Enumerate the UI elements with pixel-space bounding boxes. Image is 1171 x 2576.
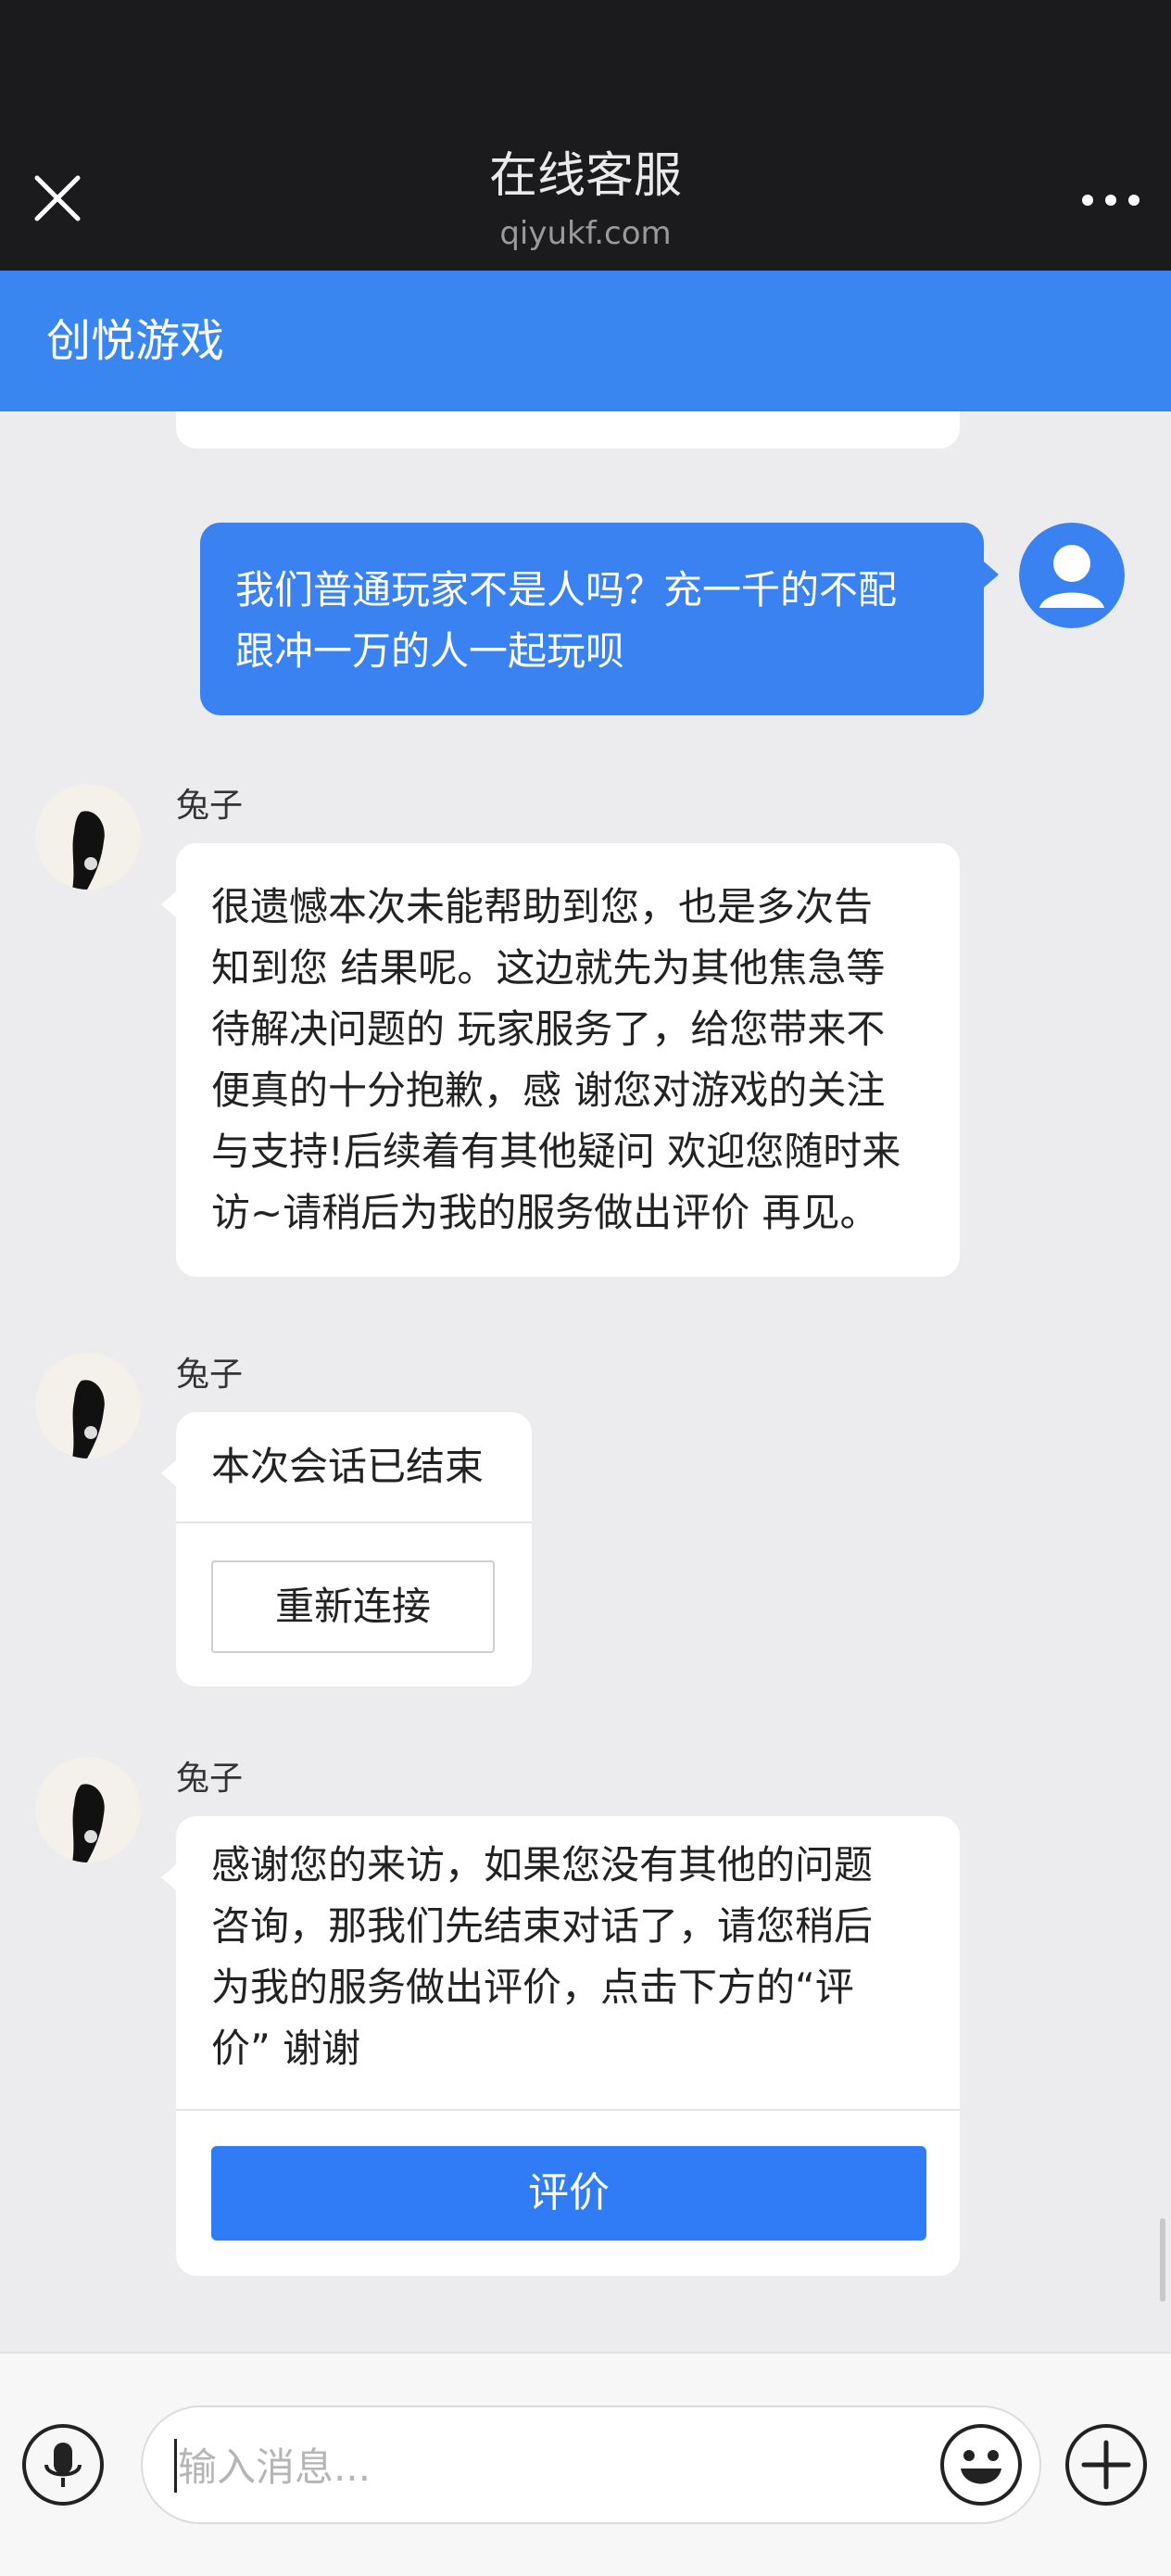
chat-scrollbar[interactable]: [1160, 2218, 1165, 2302]
plus-icon[interactable]: [1065, 2424, 1147, 2506]
brand-bar: 创悦游戏: [0, 271, 1171, 411]
agent-avatar-image: [35, 1757, 141, 1863]
session-ended-card: 本次会话已结束 重新连接: [176, 1412, 532, 1686]
message-input-bar: [0, 2352, 1171, 2576]
previous-message-bubble: [176, 411, 960, 448]
agent-avatar[interactable]: [35, 784, 141, 890]
user-avatar-icon: [1019, 523, 1125, 628]
card-divider: [176, 2109, 960, 2111]
agent-avatar[interactable]: [35, 1353, 141, 1458]
card-divider: [176, 1522, 532, 1523]
agent-message-line: 价” 谢谢: [211, 2026, 361, 2071]
agent-message-bubble: 很遗憾本次未能帮助到您，也是多次告 知到您 结果呢。这边就先为其他焦急等 待解决…: [176, 843, 960, 1277]
more-dots-icon[interactable]: [1078, 182, 1143, 219]
brand-name: 创悦游戏: [46, 315, 225, 367]
agent-message-line: 咨询，那我们先结束对话了，请您稍后: [211, 1903, 874, 1949]
page-title: 在线客服: [488, 148, 682, 204]
user-message-bubble: 我们普通玩家不是人吗？充一千的不配 跟冲一万的人一起玩呗: [200, 523, 984, 715]
agent-name: 兔子: [176, 787, 244, 825]
agent-message-line: 知到您 结果呢。这边就先为其他焦急等: [211, 945, 886, 991]
top-navigation-bar: 在线客服 qiyukf.com: [0, 0, 1171, 271]
emoji-icon[interactable]: [940, 2424, 1022, 2506]
message-input-field[interactable]: [141, 2406, 1041, 2524]
session-ended-text: 本次会话已结束: [211, 1444, 485, 1489]
agent-message-line: 很遗憾本次未能帮助到您，也是多次告: [211, 884, 874, 929]
agent-bubble-tail: [161, 1460, 176, 1486]
agent-avatar[interactable]: [35, 1757, 141, 1863]
page-subtitle-domain: qiyukf.com: [499, 215, 672, 252]
agent-bubble-tail: [161, 891, 176, 917]
user-bubble-tail: [984, 562, 999, 587]
agent-avatar-image: [35, 784, 141, 890]
agent-message-line: 访~请稍后为我的服务做出评价 再见。: [211, 1190, 879, 1235]
microphone-icon[interactable]: [22, 2424, 104, 2506]
agent-message-line: 感谢您的来访，如果您没有其他的问题: [211, 1842, 874, 1888]
reconnect-button[interactable]: 重新连接: [211, 1560, 495, 1653]
rating-request-text: 感谢您的来访，如果您没有其他的问题 咨询，那我们先结束对话了，请您稍后 为我的服…: [211, 1835, 934, 2079]
chat-message-list[interactable]: 我们普通玩家不是人吗？充一千的不配 跟冲一万的人一起玩呗 兔子 很遗憾本次未能帮…: [0, 411, 1171, 2352]
user-message-line: 跟冲一万的人一起玩呗: [235, 628, 625, 674]
agent-message-line: 与支持!后续着有其他疑问 欢迎您随时来: [211, 1129, 901, 1174]
message-input[interactable]: [176, 2435, 958, 2498]
agent-bubble-tail: [161, 1864, 176, 1890]
agent-message-line: 待解决问题的 玩家服务了，给您带来不: [211, 1006, 886, 1052]
user-message-line: 我们普通玩家不是人吗？充一千的不配: [235, 567, 898, 612]
user-avatar[interactable]: [1019, 523, 1125, 628]
rate-button[interactable]: 评价: [211, 2146, 926, 2241]
agent-name: 兔子: [176, 1356, 244, 1394]
agent-avatar-image: [35, 1353, 141, 1458]
agent-message-line: 为我的服务做出评价，点击下方的“评: [211, 1964, 854, 2010]
agent-message-line: 便真的十分抱歉，感 谢您对游戏的关注: [211, 1067, 886, 1113]
rating-request-card: 感谢您的来访，如果您没有其他的问题 咨询，那我们先结束对话了，请您稍后 为我的服…: [176, 1816, 960, 2276]
agent-name: 兔子: [176, 1760, 244, 1798]
